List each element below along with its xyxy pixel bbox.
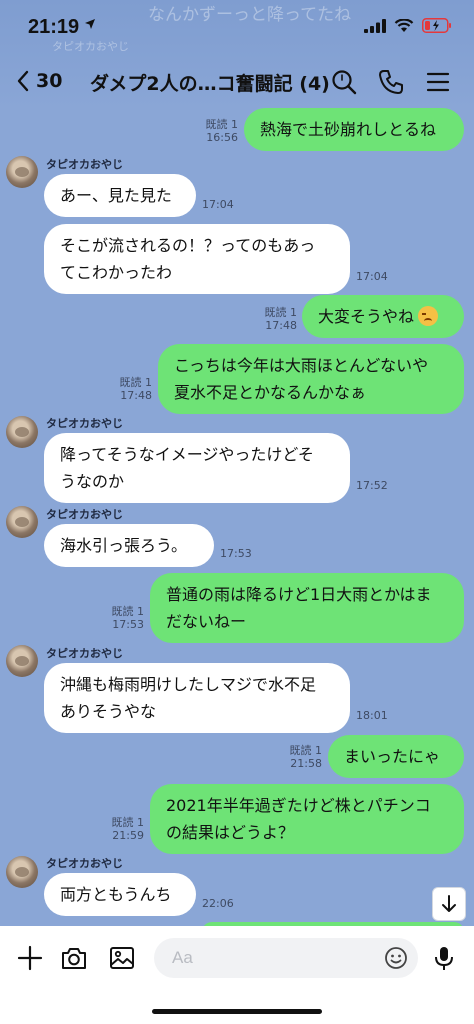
status-time: 21:19	[28, 16, 80, 38]
wifi-icon	[394, 18, 414, 32]
message-time: 17:04	[356, 270, 388, 283]
chat-header: 30 ダメプ2人の…コ奮闘記 (4)	[0, 58, 474, 106]
message-bubble-incoming[interactable]: そこが流されるの！？ってのもあっ てこわかったわ	[44, 224, 350, 294]
ghost-sender-name: タピオカおやじ	[52, 40, 129, 53]
scroll-down-button[interactable]	[432, 887, 466, 921]
message-input[interactable]: Aa	[154, 938, 418, 978]
message-time: 17:52	[356, 479, 388, 492]
avatar[interactable]	[6, 416, 38, 448]
message-bubble-outgoing[interactable]: 2021年半年過ぎたけど株とパチンコ の結果はどうよ？	[150, 784, 464, 854]
message-text: 両方ともうんち	[60, 885, 172, 904]
message-meta: 既読 1 16:56	[196, 118, 239, 144]
back-button[interactable]: 30	[16, 66, 76, 96]
message-text: 沖縄も梅雨明けしたしマジで水不足	[60, 675, 317, 694]
persevering-face-emoji-icon	[418, 306, 439, 326]
message-text: 海水引っ張ろう。	[60, 536, 188, 555]
avatar[interactable]	[6, 856, 38, 888]
battery-icon	[422, 18, 451, 33]
read-receipt: 既読 1	[119, 376, 153, 389]
message-time: 17:48	[265, 319, 297, 332]
message-list[interactable]: 既読 1 16:56 熱海で土砂崩れしとるね タピオカおやじ あー、見た見た 1…	[0, 108, 474, 942]
message-text: 普通の雨は降るけど1日大雨とかはま	[166, 585, 432, 604]
message-bubble-outgoing[interactable]: 普通の雨は降るけど1日大雨とかはま だないねー	[150, 573, 464, 643]
message-time: 17:04	[202, 198, 234, 211]
avatar[interactable]	[6, 645, 38, 677]
message-meta: 既読 1 21:59	[102, 816, 145, 842]
message-text: 夏水不足とかなるんかなぁ	[174, 383, 367, 402]
message-time: 17:53	[112, 618, 144, 631]
message-text: 大変そうやね	[318, 307, 415, 326]
message-bubble-incoming[interactable]: 海水引っ張ろう。	[44, 524, 214, 567]
message-meta: 既読 1 17:48	[110, 376, 153, 402]
message-meta: 既読 1 17:48	[255, 306, 298, 332]
read-receipt: 既読 1	[289, 744, 323, 757]
message-time: 21:59	[112, 829, 144, 842]
search-icon[interactable]	[330, 68, 358, 96]
read-receipt: 既読 1	[111, 816, 145, 829]
message-text: 降ってそうなイメージやったけどそ	[60, 445, 314, 464]
scroll-down-icon	[442, 895, 456, 912]
message-text: あー、見た見た	[60, 186, 172, 205]
avatar[interactable]	[6, 506, 38, 538]
read-receipt: 既読 1	[205, 118, 239, 131]
sender-name: タピオカおやじ	[46, 857, 123, 870]
message-text: そこが流されるの！？ってのもあっ	[60, 236, 316, 255]
chat-title[interactable]: ダメプ2人の…コ奮闘記 (4)	[90, 69, 330, 96]
message-input-placeholder: Aa	[172, 948, 193, 967]
message-bubble-incoming[interactable]: 沖縄も梅雨明けしたしマジで水不足 ありそうやな	[44, 663, 350, 733]
location-arrow-icon	[85, 19, 95, 29]
message-time: 22:06	[202, 897, 234, 910]
message-text: こっちは今年は大雨ほとんどないや	[174, 356, 429, 375]
sender-name: タピオカおやじ	[46, 647, 123, 660]
message-text: 熱海で土砂崩れしとるね	[260, 120, 437, 139]
message-text: てこわかったわ	[60, 263, 173, 282]
emoji-icon[interactable]	[384, 946, 408, 970]
back-chevron-icon	[17, 70, 29, 92]
message-text: ありそうやな	[60, 702, 157, 721]
read-receipt: 既読 1	[111, 605, 145, 618]
sender-name: タピオカおやじ	[46, 158, 123, 171]
mic-icon[interactable]	[430, 944, 458, 972]
signal-icon	[364, 18, 386, 33]
message-text: うなのか	[60, 472, 125, 491]
message-meta: 既読 1 17:53	[102, 605, 145, 631]
message-time: 21:58	[290, 757, 322, 770]
message-text: の結果はどうよ？	[166, 823, 295, 842]
message-text: 2021年半年過ぎたけど株とパチンコ	[166, 796, 431, 815]
avatar[interactable]	[6, 156, 38, 188]
ghost-previous-message: なんかずーっと降ってたね	[148, 5, 352, 25]
message-time: 18:01	[356, 709, 388, 722]
message-time: 17:48	[120, 389, 152, 402]
message-text: まいったにゃ	[344, 747, 441, 766]
message-bubble-incoming[interactable]: 降ってそうなイメージやったけどそ うなのか	[44, 433, 350, 503]
read-receipt: 既読 1	[264, 306, 298, 319]
sender-name: タピオカおやじ	[46, 417, 123, 430]
message-meta: 既読 1 21:58	[280, 744, 323, 770]
message-time: 16:56	[206, 131, 238, 144]
image-icon[interactable]	[108, 944, 136, 972]
message-time: 17:53	[220, 547, 252, 560]
message-bubble-outgoing[interactable]: こっちは今年は大雨ほとんどないや 夏水不足とかなるんかなぁ	[158, 344, 464, 414]
home-indicator	[152, 1009, 322, 1014]
message-bubble-incoming[interactable]: あー、見た見た	[44, 174, 196, 217]
camera-icon[interactable]	[60, 944, 88, 972]
status-icons	[364, 18, 452, 33]
message-bubble-incoming[interactable]: 両方ともうんち	[44, 873, 196, 916]
phone-icon[interactable]	[377, 68, 405, 96]
sender-name: タピオカおやじ	[46, 508, 123, 521]
plus-icon[interactable]	[16, 944, 44, 972]
message-bubble-outgoing[interactable]: 熱海で土砂崩れしとるね	[244, 108, 464, 151]
message-text: だないねー	[166, 612, 247, 631]
message-bubble-outgoing[interactable]: 大変そうやね	[302, 295, 464, 338]
message-bubble-outgoing[interactable]: まいったにゃ	[328, 735, 464, 778]
menu-icon[interactable]	[424, 68, 452, 96]
unread-count: 30	[36, 70, 63, 92]
